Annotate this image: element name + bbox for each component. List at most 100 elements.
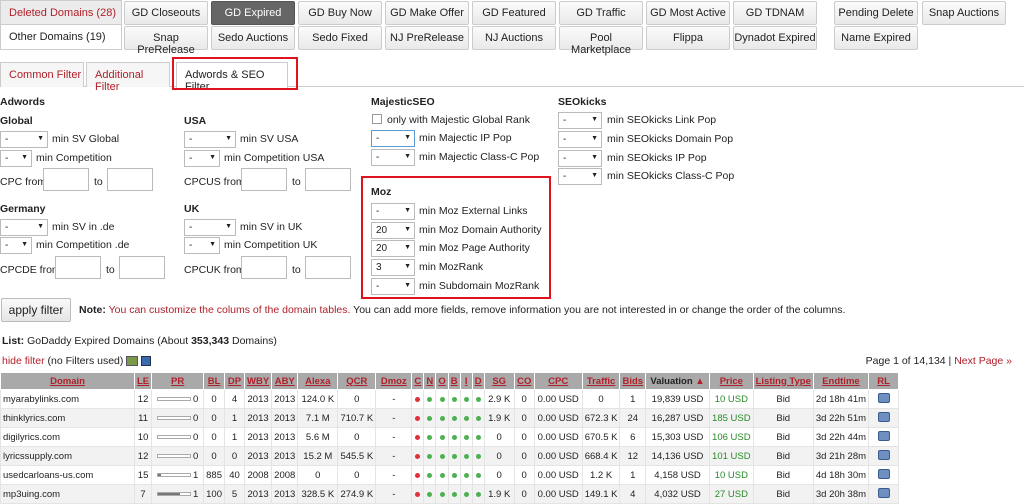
domain-link[interactable]: myarabylinks.com — [0, 389, 135, 409]
related-links-icon[interactable] — [877, 430, 890, 441]
domain-link[interactable]: digilyrics.com — [0, 427, 135, 447]
col-traffic[interactable]: Traffic — [581, 372, 621, 390]
related-links-icon[interactable] — [877, 449, 890, 460]
cpcde-from-input[interactable] — [55, 256, 101, 279]
tab-common-filter[interactable]: Common Filter — [0, 62, 84, 87]
related-links-icon[interactable] — [877, 411, 890, 422]
source-button-pending-delete[interactable]: Pending Delete — [834, 1, 918, 25]
source-button-gd-traffic[interactable]: GD Traffic — [559, 1, 643, 25]
col-endtime[interactable]: Endtime — [812, 372, 870, 390]
seokicks-ip-pop-select[interactable]: - — [558, 150, 602, 167]
domain-link[interactable]: usedcarloans-us.com — [0, 465, 135, 485]
source-button-gd-tdnam[interactable]: GD TDNAM — [733, 1, 817, 25]
domain-link[interactable]: thinklyrics.com — [0, 408, 135, 428]
majestic-global-checkbox[interactable] — [372, 114, 382, 124]
col-pr[interactable]: PR — [151, 372, 205, 390]
related-links-icon[interactable] — [877, 487, 890, 498]
col-dp[interactable]: DP — [224, 372, 245, 390]
majestic-ip-pop-select[interactable]: - — [371, 130, 415, 147]
col-price[interactable]: Price — [709, 372, 754, 390]
table-row[interactable]: myarabylinks.com 12 0 0 4 2013 2013 124.0 K 0-2.… — [0, 389, 900, 409]
domain-lists: Deleted Domains (28) Other Domains (19) — [0, 0, 122, 50]
moz-sub-mozrank-select[interactable]: - — [371, 278, 415, 295]
source-button-nj-auctions[interactable]: NJ Auctions — [472, 26, 556, 50]
related-links-icon[interactable] — [877, 392, 890, 403]
source-button-gd-buy-now[interactable]: GD Buy Now — [298, 1, 382, 25]
col-co[interactable]: CO — [513, 372, 535, 390]
min-sv-global-select[interactable]: - — [0, 131, 48, 148]
min-competition-select[interactable]: - — [0, 150, 32, 167]
col-valuation[interactable]: Valuation ▲ — [645, 372, 711, 390]
col-dmoz[interactable]: Dmoz — [375, 372, 413, 390]
other-domains-button[interactable]: Other Domains (19) — [0, 25, 122, 50]
min-comp-usa-select[interactable]: - — [184, 150, 220, 167]
filter-icon[interactable] — [126, 356, 139, 367]
source-button-nj-prerelease[interactable]: NJ PreRelease — [385, 26, 469, 50]
moz-pa-select[interactable]: 20 — [371, 240, 415, 257]
source-button-gd-featured[interactable]: GD Featured — [472, 1, 556, 25]
col-le[interactable]: LE — [133, 372, 153, 390]
apply-filter-button[interactable]: apply filter — [1, 298, 71, 322]
source-button-sedo-fixed[interactable]: Sedo Fixed — [298, 26, 382, 50]
table-row[interactable]: thinklyrics.com 11 0 0 1 2013 2013 7.1 M 710.7 K… — [0, 408, 900, 428]
related-links-icon[interactable] — [877, 468, 890, 479]
moz-ext-links-select[interactable]: - — [371, 203, 415, 220]
cpcuk-from-input[interactable] — [241, 256, 287, 279]
moz-rank-select[interactable]: 3 — [371, 259, 415, 276]
source-button-gd-closeouts[interactable]: GD Closeouts — [124, 1, 208, 25]
cpcus-to-input[interactable] — [305, 168, 351, 191]
source-button-snap-prerelease[interactable]: Snap PreRelease — [124, 26, 208, 56]
col-cpc[interactable]: CPC — [533, 372, 583, 390]
col-domain[interactable]: Domain — [0, 372, 135, 390]
col-alexa[interactable]: Alexa — [297, 372, 339, 390]
majestic-classc-pop-select[interactable]: - — [371, 149, 415, 166]
seokicks-classc-pop-select[interactable]: - — [558, 168, 602, 185]
col-bids[interactable]: Bids — [619, 372, 647, 390]
source-button-name-expired[interactable]: Name Expired — [834, 26, 918, 50]
col-o[interactable]: O — [435, 372, 449, 390]
source-button-flippa[interactable]: Flippa — [646, 26, 730, 50]
cpc-to-input[interactable] — [107, 168, 153, 191]
source-button-pool-marketplace[interactable]: Pool Marketplace — [559, 26, 643, 56]
source-button-sedo-auctions[interactable]: Sedo Auctions — [211, 26, 295, 50]
col-wby[interactable]: WBY — [243, 372, 273, 390]
seokicks-link-pop-select[interactable]: - — [558, 112, 602, 129]
save-icon[interactable] — [141, 356, 152, 367]
table-row[interactable]: digilyrics.com 10 0 0 1 2013 2013 5.6 M 0-0 0 0.00… — [0, 427, 900, 447]
col-bl[interactable]: BL — [203, 372, 225, 390]
col-aby[interactable]: ABY — [271, 372, 299, 390]
min-comp-uk-select[interactable]: - — [184, 237, 220, 254]
cpcde-to-input[interactable] — [119, 256, 165, 279]
min-sv-usa-select[interactable]: - — [184, 131, 236, 148]
col-qcr[interactable]: QCR — [337, 372, 377, 390]
col-rl[interactable]: RL — [868, 372, 900, 390]
col-sg[interactable]: SG — [483, 372, 515, 390]
table-row[interactable]: usedcarloans-us.com 15 1 885 40 2008 2008 0 0-0 0… — [0, 465, 900, 485]
deleted-domains-button[interactable]: Deleted Domains (28) — [0, 0, 122, 25]
source-button-dynadot-expired[interactable]: Dynadot Expired — [733, 26, 817, 50]
source-button-gd-most-active[interactable]: GD Most Active — [646, 1, 730, 25]
col-listing-type[interactable]: Listing Type — [752, 372, 814, 390]
cpcus-from-input[interactable] — [241, 168, 287, 191]
seokicks-domain-pop-select[interactable]: - — [558, 131, 602, 148]
source-button-gd-make-offer[interactable]: GD Make Offer — [385, 1, 469, 25]
col-b[interactable]: B — [447, 372, 461, 390]
cpc-from-input[interactable] — [43, 168, 89, 191]
min-sv-uk-select[interactable]: - — [184, 219, 236, 236]
col-n[interactable]: N — [423, 372, 437, 390]
source-button-snap-auctions[interactable]: Snap Auctions — [922, 1, 1006, 25]
next-page-link[interactable]: Next Page » — [954, 355, 1012, 367]
source-button-gd-expired[interactable]: GD Expired — [211, 1, 295, 25]
moz-da-select[interactable]: 20 — [371, 222, 415, 239]
min-sv-de-select[interactable]: - — [0, 219, 48, 236]
min-comp-de-select[interactable]: - — [0, 237, 32, 254]
domain-link[interactable]: lyricssupply.com — [0, 446, 135, 466]
tab-additional-filter[interactable]: Additional Filter — [86, 62, 170, 93]
col-c[interactable]: C — [411, 372, 425, 390]
hide-filter-link[interactable]: hide filter — [2, 355, 45, 367]
note-link[interactable]: You can customize the colums of the doma… — [109, 304, 351, 316]
col-d[interactable]: D — [471, 372, 485, 390]
cpcuk-to-input[interactable] — [305, 256, 351, 279]
table-row[interactable]: lyricssupply.com 12 0 0 0 2013 2013 15.2 M 545.5… — [0, 446, 900, 466]
col-i[interactable]: I — [459, 372, 473, 390]
